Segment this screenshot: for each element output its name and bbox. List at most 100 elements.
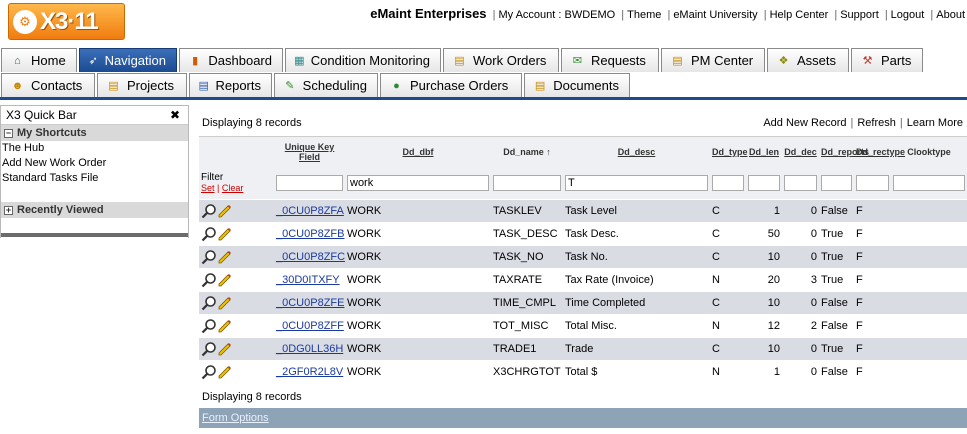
col-dd-desc-header[interactable]: Dd_desc bbox=[563, 136, 710, 167]
tab-condition-monitoring[interactable]: ▦ Condition Monitoring bbox=[285, 48, 441, 72]
view-record-icon[interactable] bbox=[201, 364, 217, 380]
my-shortcuts-header[interactable]: − My Shortcuts bbox=[1, 125, 188, 141]
help-center-link[interactable]: Help Center bbox=[770, 9, 829, 21]
edit-record-icon[interactable] bbox=[218, 319, 232, 333]
unique-key-cell[interactable]: _0CU0P8ZFA bbox=[274, 199, 345, 223]
filter-dd-dbf-input[interactable] bbox=[347, 174, 489, 191]
edit-record-icon[interactable] bbox=[218, 204, 232, 218]
table-row: _0CU0P8ZFA WORK TASKLEV Task Level C 1 0 False F bbox=[199, 199, 967, 223]
col-dd-dbf-header[interactable]: Dd_dbf bbox=[345, 136, 491, 167]
emaint-university-link[interactable]: eMaint University bbox=[673, 9, 757, 21]
filter-dd-len-input[interactable] bbox=[748, 174, 780, 191]
filter-dd-dec-input[interactable] bbox=[784, 174, 817, 191]
view-record-icon[interactable] bbox=[201, 226, 217, 242]
tab-requests[interactable]: ✉ Requests bbox=[561, 48, 659, 72]
shortcut-the-hub[interactable]: The Hub bbox=[1, 141, 188, 156]
tab-contacts[interactable]: ☻ Contacts bbox=[1, 73, 95, 97]
edit-record-icon[interactable] bbox=[218, 250, 232, 264]
unique-key-cell[interactable]: _2GF0R2L8V bbox=[274, 360, 345, 384]
view-record-icon[interactable] bbox=[201, 318, 217, 334]
filter-clooktype-input[interactable] bbox=[893, 174, 965, 191]
tab-purchase-orders[interactable]: ● Purchase Orders bbox=[380, 73, 522, 97]
tab-documents[interactable]: ▤ Documents bbox=[524, 73, 630, 97]
tab-reports[interactable]: ▤ Reports bbox=[189, 73, 272, 97]
dd-dbf-cell: WORK bbox=[345, 199, 491, 223]
row-action-cell bbox=[199, 337, 274, 361]
close-icon[interactable]: ✖ bbox=[170, 108, 180, 122]
view-record-icon[interactable] bbox=[201, 341, 217, 357]
about-link[interactable]: About bbox=[936, 9, 965, 21]
col-dd-name-header[interactable]: Dd_name ↑ bbox=[491, 136, 563, 167]
tab-parts[interactable]: ⚒ Parts bbox=[851, 48, 923, 72]
logout-link[interactable]: Logout bbox=[891, 9, 925, 21]
learn-more-link[interactable]: Learn More bbox=[907, 117, 963, 129]
record-key-link[interactable]: _0DG0LL36H bbox=[276, 343, 343, 355]
tab-work-orders[interactable]: ▤ Work Orders bbox=[443, 48, 559, 72]
table-row: _0CU0P8ZFC WORK TASK_NO Task No. C 10 0 True F bbox=[199, 245, 967, 269]
tab-projects[interactable]: ▤ Projects bbox=[97, 73, 187, 97]
record-key-link[interactable]: _30D0ITXFY bbox=[276, 274, 340, 286]
filter-clear-link[interactable]: Clear bbox=[222, 183, 244, 193]
dd-dec-cell: 0 bbox=[782, 360, 819, 384]
view-record-icon[interactable] bbox=[201, 272, 217, 288]
view-record-icon[interactable] bbox=[201, 249, 217, 265]
col-dd-dec-header[interactable]: Dd_dec bbox=[782, 136, 819, 167]
shortcut-add-new-work-order[interactable]: Add New Work Order bbox=[1, 156, 188, 171]
dd-reports-cell: True bbox=[819, 337, 854, 361]
col-unique-key-header[interactable]: Unique Key Field bbox=[274, 136, 345, 167]
shortcut-standard-tasks-file[interactable]: Standard Tasks File bbox=[1, 171, 188, 186]
record-key-link[interactable]: _0CU0P8ZFE bbox=[276, 297, 344, 309]
edit-record-icon[interactable] bbox=[218, 273, 232, 287]
filter-unique-key-input[interactable] bbox=[276, 174, 343, 191]
col-dd-len-header[interactable]: Dd_len bbox=[746, 136, 782, 167]
expand-icon[interactable]: + bbox=[4, 205, 13, 215]
tab-dashboard[interactable]: ▮ Dashboard bbox=[179, 48, 283, 72]
view-record-icon[interactable] bbox=[201, 295, 217, 311]
filter-dd-reports-input[interactable] bbox=[821, 174, 852, 191]
unique-key-cell[interactable]: _30D0ITXFY bbox=[274, 268, 345, 292]
record-key-link[interactable]: _0CU0P8ZFB bbox=[276, 228, 344, 240]
edit-record-icon[interactable] bbox=[218, 365, 232, 379]
unique-key-cell[interactable]: _0CU0P8ZFB bbox=[274, 222, 345, 246]
recently-viewed-header[interactable]: + Recently Viewed bbox=[1, 202, 188, 218]
filter-dd-desc-input[interactable] bbox=[565, 174, 708, 191]
main-tabs-row-1: ⌂ Home ➶ Navigation ▮ Dashboard ▦ Condition … bbox=[1, 48, 925, 72]
work-order-icon: ▤ bbox=[454, 55, 465, 67]
edit-record-icon[interactable] bbox=[218, 227, 232, 241]
filter-set-link[interactable]: Set bbox=[201, 183, 215, 193]
unique-key-cell[interactable]: _0DG0LL36H bbox=[274, 337, 345, 361]
unique-key-cell[interactable]: _0CU0P8ZFF bbox=[274, 314, 345, 338]
edit-record-icon[interactable] bbox=[218, 296, 232, 310]
filter-dd-type-input[interactable] bbox=[712, 174, 744, 191]
emaint-logo[interactable]: ⚙ X3·11 bbox=[8, 3, 125, 40]
tab-scheduling[interactable]: ✎ Scheduling bbox=[274, 73, 378, 97]
unique-key-cell[interactable]: _0CU0P8ZFC bbox=[274, 245, 345, 269]
record-key-link[interactable]: _0CU0P8ZFF bbox=[276, 320, 344, 332]
tab-navigation[interactable]: ➶ Navigation bbox=[79, 48, 177, 72]
tab-assets[interactable]: ❖ Assets bbox=[767, 48, 849, 72]
record-key-link[interactable]: _0CU0P8ZFC bbox=[276, 251, 345, 263]
view-record-icon[interactable] bbox=[201, 203, 217, 219]
record-key-link[interactable]: _2GF0R2L8V bbox=[276, 366, 343, 378]
tab-home[interactable]: ⌂ Home bbox=[1, 48, 77, 72]
my-account-link[interactable]: My Account : BWDEMO bbox=[498, 9, 615, 21]
col-dd-rectype-header[interactable]: Dd_rectype bbox=[854, 136, 905, 167]
support-link[interactable]: Support bbox=[840, 9, 879, 21]
clooktype-cell bbox=[891, 337, 967, 361]
record-key-link[interactable]: _0CU0P8ZFA bbox=[276, 205, 344, 217]
add-new-record-link[interactable]: Add New Record bbox=[763, 117, 846, 129]
col-dd-type-header[interactable]: Dd_type bbox=[710, 136, 748, 167]
quick-bar-title: X3 Quick Bar bbox=[6, 108, 77, 122]
tab-pm-center[interactable]: ▤ PM Center bbox=[661, 48, 765, 72]
theme-link[interactable]: Theme bbox=[627, 9, 661, 21]
col-dd-reports-header[interactable]: Dd_reports bbox=[819, 136, 869, 167]
unique-key-cell[interactable]: _0CU0P8ZFE bbox=[274, 291, 345, 315]
assets-icon: ❖ bbox=[778, 55, 789, 67]
edit-record-icon[interactable] bbox=[218, 342, 232, 356]
collapse-icon[interactable]: − bbox=[4, 128, 13, 138]
table-row: _0CU0P8ZFB WORK TASK_DESC Task Desc. C 50 0 Tru… bbox=[199, 222, 967, 246]
filter-dd-name-input[interactable] bbox=[493, 174, 561, 191]
form-options-link[interactable]: Form Options bbox=[202, 412, 269, 424]
refresh-link[interactable]: Refresh bbox=[857, 117, 896, 129]
filter-dd-rectype-input[interactable] bbox=[856, 174, 889, 191]
